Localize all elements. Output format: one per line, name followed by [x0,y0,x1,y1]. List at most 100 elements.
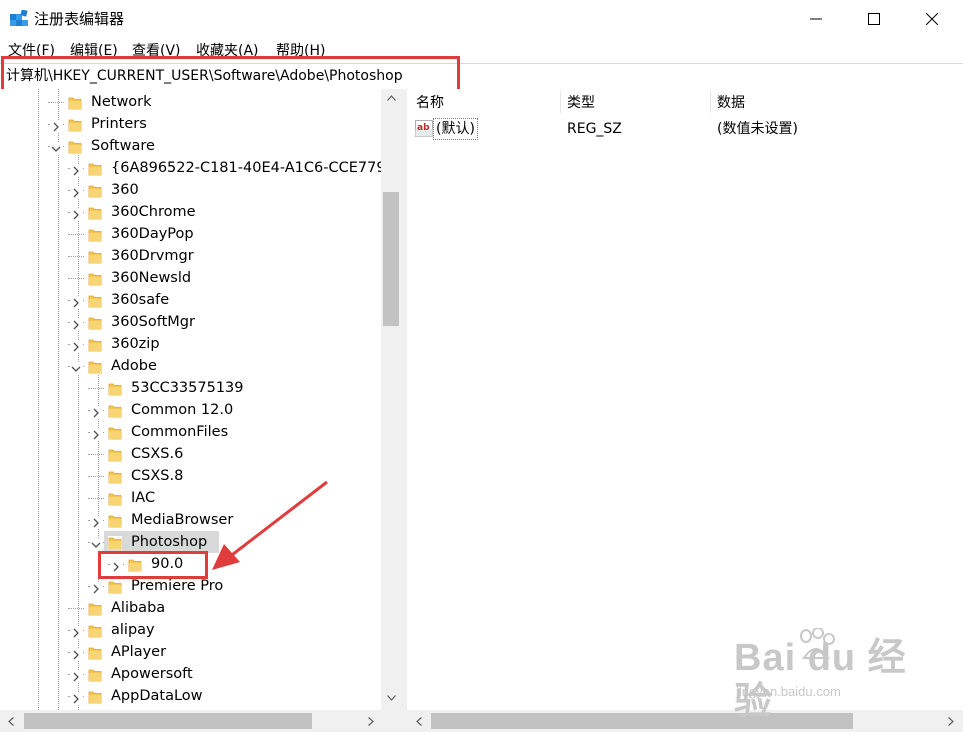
chevron-right-icon[interactable] [90,426,102,441]
tree-node-label[interactable]: Software [91,135,155,157]
tree-vertical-scroll-thumb[interactable] [383,192,399,326]
svg-text:ab: ab [417,123,430,133]
tree-node-label[interactable]: {6A896522-C181-40E4-A1C6-CCE779 [111,157,386,179]
tree-horizontal-scrollbar[interactable] [0,710,401,732]
tree-node-label[interactable]: APlayer [111,641,166,663]
scroll-right-icon[interactable] [362,712,380,730]
column-header-data[interactable]: 数据 [717,94,745,112]
tree-node-label[interactable]: Apowersoft [111,663,193,685]
tree-node-label[interactable]: Printers [91,113,147,135]
chevron-right-icon[interactable] [90,404,102,419]
chevron-right-icon[interactable] [90,580,102,595]
chevron-right-icon[interactable] [70,206,82,221]
tree-vertical-scrollbar[interactable] [381,89,401,710]
tree-node-label[interactable]: Alibaba [111,597,165,619]
tree-node[interactable]: 360Drvmgr [0,245,400,267]
column-separator[interactable] [560,91,561,113]
key-tree-pane[interactable]: Network Printers Software {6A896522-C181-40… [0,89,401,710]
tree-node[interactable]: Common 12.0 [0,399,400,421]
tree-node[interactable]: 360 [0,179,400,201]
column-header-name[interactable]: 名称 [416,94,444,112]
tree-node[interactable]: alipay [0,619,400,641]
chevron-right-icon[interactable] [70,162,82,177]
tree-node-label[interactable]: Photoshop [131,531,207,553]
scroll-left-icon[interactable] [2,712,20,730]
scroll-down-icon[interactable] [382,689,400,707]
chevron-down-icon[interactable] [50,140,62,155]
chevron-down-icon[interactable] [90,536,102,551]
tree-node[interactable]: 360SoftMgr [0,311,400,333]
chevron-right-icon[interactable] [70,668,82,683]
tree-node[interactable]: 360zip [0,333,400,355]
tree-horizontal-scroll-thumb[interactable] [24,713,312,729]
tree-node[interactable]: CSXS.6 [0,443,400,465]
value-row[interactable]: ab (默认) REG_SZ (数值未设置) [407,118,963,140]
tree-node[interactable]: 360Newsld [0,267,400,289]
tree-node[interactable]: Software [0,135,400,157]
chevron-right-icon[interactable] [70,294,82,309]
values-list-pane[interactable]: 名称 类型 数据 ab (默认) REG_SZ (数值未设置) [407,89,963,710]
tree-node-label[interactable]: Network [91,91,152,113]
folder-icon [108,403,122,418]
tree-node-label[interactable]: alipay [111,619,155,641]
tree-node[interactable]: APlayer [0,641,400,663]
chevron-right-icon[interactable] [70,338,82,353]
folder-icon [88,645,102,660]
tree-node-label[interactable]: IAC [131,487,155,509]
tree-node-label[interactable]: 360SoftMgr [111,311,195,333]
close-button[interactable] [903,0,961,38]
tree-node-label[interactable]: 53CC33575139 [131,377,244,399]
tree-node-label[interactable]: CSXS.6 [131,443,183,465]
tree-node[interactable]: Adobe [0,355,400,377]
tree-node[interactable]: 360Chrome [0,201,400,223]
tree-node[interactable]: 360safe [0,289,400,311]
chevron-right-icon[interactable] [70,316,82,331]
chevron-right-icon[interactable] [70,690,82,705]
minimize-button[interactable] [787,0,845,38]
chevron-down-icon[interactable] [70,360,82,375]
tree-node-label[interactable]: Common 12.0 [131,399,233,421]
tree-node[interactable]: 360DayPop [0,223,400,245]
tree-node-label[interactable]: Adobe [111,355,157,377]
minimize-icon [810,18,822,20]
folder-icon [108,513,122,528]
folder-icon [108,447,122,462]
scroll-right-icon[interactable] [942,712,960,730]
tree-node-label[interactable]: 360zip [111,333,160,355]
tree-node[interactable]: {6A896522-C181-40E4-A1C6-CCE779 [0,157,400,179]
watermark-main-text: Bai du 经验 [734,637,907,723]
column-separator[interactable] [710,91,711,113]
chevron-right-icon[interactable] [50,118,62,133]
tree-node[interactable]: 53CC33575139 [0,377,400,399]
folder-icon [108,491,122,506]
maximize-button[interactable] [845,0,903,38]
tree-node-label[interactable]: CommonFiles [131,421,228,443]
value-type: REG_SZ [567,121,622,137]
folder-icon [88,359,102,374]
tree-node[interactable]: Printers [0,113,400,135]
chevron-right-icon[interactable] [70,624,82,639]
tree-node-label[interactable]: 360safe [111,289,169,311]
chevron-right-icon[interactable] [70,646,82,661]
tree-node[interactable]: Network [0,91,400,113]
tree-node[interactable]: CommonFiles [0,421,400,443]
tree-node[interactable]: Apowersoft [0,663,400,685]
column-header-type[interactable]: 类型 [567,94,595,112]
tree-node-label[interactable]: 360Chrome [111,201,196,223]
tree-node-label[interactable]: 360DayPop [111,223,194,245]
baidu-jingyan-watermark: Bai du 经验 jingyan.baidu.com [700,628,940,723]
value-name[interactable]: (默认) [433,118,478,140]
chevron-right-icon[interactable] [90,514,102,529]
tree-node-label[interactable]: 360 [111,179,139,201]
scroll-up-icon[interactable] [382,89,400,107]
tree-node-label[interactable]: AppDataLow [111,685,203,707]
tree-node-label[interactable]: 360Newsld [111,267,191,289]
tree-node-label[interactable]: CSXS.8 [131,465,183,487]
tree-node[interactable]: AppDataLow [0,685,400,707]
folder-icon [88,293,102,308]
tree-node-label[interactable]: 360Drvmgr [111,245,194,267]
scroll-left-icon[interactable] [410,712,428,730]
tree-node[interactable]: Alibaba [0,597,400,619]
chevron-right-icon[interactable] [70,184,82,199]
folder-icon [88,161,102,176]
